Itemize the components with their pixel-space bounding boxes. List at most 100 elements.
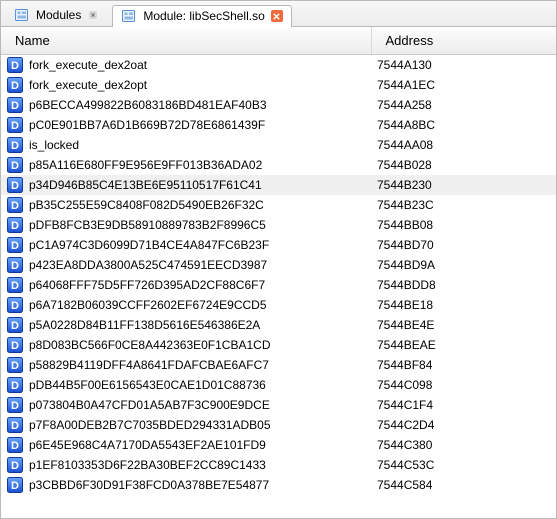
table-row[interactable]: D p3CBBD6F30D91F38FCD0A378BE7E54877 7544…: [1, 475, 556, 495]
table-row[interactable]: D p073804B0A47CFD01A5AB7F3C900E9DCE 7544…: [1, 395, 556, 415]
symbol-name: p1EF8103353D6F22BA30BEF2CC89C1433: [29, 458, 266, 472]
table-row[interactable]: D p6A7182B06039CCFF2602EF6724E9CCD5 7544…: [1, 295, 556, 315]
svg-text:D: D: [11, 420, 19, 432]
table-row[interactable]: D pB35C255E59C8408F082D5490EB26F32C 7544…: [1, 195, 556, 215]
symbol-name: p85A116E680FF9E956E9FF013B36ADA02: [29, 158, 262, 172]
column-header-address[interactable]: Address: [371, 27, 556, 55]
symbol-name: pC1A974C3D6099D71B4CE4A847FC6B23F: [29, 238, 269, 252]
tab-modules[interactable]: Modules: [5, 4, 108, 26]
tab-module-detail[interactable]: Module: libSecShell.so: [112, 5, 291, 27]
table-row[interactable]: D pDB44B5F00E6156543E0CAE1D01C88736 7544…: [1, 375, 556, 395]
symbol-address: 7544C1F4: [371, 395, 556, 415]
symbol-name: fork_execute_dex2oat: [29, 58, 147, 72]
symbol-name: pB35C255E59C8408F082D5490EB26F32C: [29, 198, 264, 212]
close-icon[interactable]: [87, 9, 99, 21]
tab-label: Modules: [36, 8, 81, 22]
column-header-name[interactable]: Name: [1, 27, 371, 55]
symbol-d-icon: D: [7, 477, 23, 493]
symbol-name: p58829B4119DFF4A8641FDAFCBAE6AFC7: [29, 358, 269, 372]
symbol-address: 7544C380: [371, 435, 556, 455]
svg-text:D: D: [11, 60, 19, 72]
symbol-d-icon: D: [7, 377, 23, 393]
table-row[interactable]: D p5A0228D84B11FF138D5616E546386E2A 7544…: [1, 315, 556, 335]
table-row[interactable]: D p423EA8DDA3800A525C474591EECD3987 7544…: [1, 255, 556, 275]
symbol-name: p3CBBD6F30D91F38FCD0A378BE7E54877: [29, 478, 269, 492]
table-row[interactable]: D fork_execute_dex2opt 7544A1EC: [1, 75, 556, 95]
symbol-d-icon: D: [7, 177, 23, 193]
close-icon[interactable]: [271, 10, 283, 22]
symbol-d-icon: D: [7, 97, 23, 113]
symbol-d-icon: D: [7, 277, 23, 293]
symbol-name: p6A7182B06039CCFF2602EF6724E9CCD5: [29, 298, 267, 312]
symbol-d-icon: D: [7, 57, 23, 73]
table-row[interactable]: D p64068FFF75D5FF726D395AD2CF88C6F7 7544…: [1, 275, 556, 295]
modules-icon: [14, 7, 30, 23]
grid-scroll[interactable]: Name Address D fork_execute_dex2oat 7544…: [1, 27, 556, 519]
symbol-name: p34D946B85C4E13BE6E95110517F61C41: [29, 178, 262, 192]
symbol-name: p6BECCA499822B6083186BD481EAF40B3: [29, 98, 267, 112]
svg-text:D: D: [11, 120, 19, 132]
table-row[interactable]: D p6E45E968C4A7170DA5543EF2AE101FD9 7544…: [1, 435, 556, 455]
svg-text:D: D: [11, 220, 19, 232]
symbol-d-icon: D: [7, 157, 23, 173]
svg-text:D: D: [11, 160, 19, 172]
symbol-name: p8D083BC566F0CE8A442363E0F1CBA1CD: [29, 338, 270, 352]
symbol-address: 7544A1EC: [371, 75, 556, 95]
symbol-d-icon: D: [7, 457, 23, 473]
module-icon: [121, 8, 137, 24]
symbol-d-icon: D: [7, 417, 23, 433]
svg-text:D: D: [11, 480, 19, 492]
symbol-d-icon: D: [7, 237, 23, 253]
table-row[interactable]: D is_locked 7544AA08: [1, 135, 556, 155]
svg-text:D: D: [11, 400, 19, 412]
symbol-address: 7544C53C: [371, 455, 556, 475]
svg-text:D: D: [11, 380, 19, 392]
table-row[interactable]: D fork_execute_dex2oat 7544A130: [1, 55, 556, 76]
table-row[interactable]: D pC1A974C3D6099D71B4CE4A847FC6B23F 7544…: [1, 235, 556, 255]
symbol-address: 7544BDD8: [371, 275, 556, 295]
symbol-name: pDFB8FCB3E9DB58910889783B2F8996C5: [29, 218, 266, 232]
symbol-d-icon: D: [7, 257, 23, 273]
table-row[interactable]: D p58829B4119DFF4A8641FDAFCBAE6AFC7 7544…: [1, 355, 556, 375]
symbol-address: 7544AA08: [371, 135, 556, 155]
symbol-address: 7544C584: [371, 475, 556, 495]
symbol-address: 7544A130: [371, 55, 556, 76]
symbol-d-icon: D: [7, 337, 23, 353]
svg-text:D: D: [11, 320, 19, 332]
table-row[interactable]: D pDFB8FCB3E9DB58910889783B2F8996C5 7544…: [1, 215, 556, 235]
table-row[interactable]: D p6BECCA499822B6083186BD481EAF40B3 7544…: [1, 95, 556, 115]
symbol-address: 7544BE18: [371, 295, 556, 315]
symbol-name: p6E45E968C4A7170DA5543EF2AE101FD9: [29, 438, 266, 452]
symbol-address: 7544A8BC: [371, 115, 556, 135]
symbol-address: 7544BB08: [371, 215, 556, 235]
symbol-address: 7544BE4E: [371, 315, 556, 335]
symbol-d-icon: D: [7, 137, 23, 153]
svg-text:D: D: [11, 300, 19, 312]
symbol-address: 7544B23C: [371, 195, 556, 215]
svg-text:D: D: [11, 200, 19, 212]
symbol-d-icon: D: [7, 217, 23, 233]
svg-text:D: D: [11, 240, 19, 252]
symbol-d-icon: D: [7, 117, 23, 133]
table-row[interactable]: D p85A116E680FF9E956E9FF013B36ADA02 7544…: [1, 155, 556, 175]
symbol-d-icon: D: [7, 77, 23, 93]
svg-text:D: D: [11, 340, 19, 352]
tab-bar: Modules Module: libSecShell.so: [1, 1, 556, 27]
symbols-table: Name Address D fork_execute_dex2oat 7544…: [1, 27, 556, 495]
symbol-d-icon: D: [7, 397, 23, 413]
symbol-d-icon: D: [7, 437, 23, 453]
table-row[interactable]: D p1EF8103353D6F22BA30BEF2CC89C1433 7544…: [1, 455, 556, 475]
symbol-address: 7544B230: [371, 175, 556, 195]
table-row[interactable]: D p8D083BC566F0CE8A442363E0F1CBA1CD 7544…: [1, 335, 556, 355]
symbol-name: fork_execute_dex2opt: [29, 78, 147, 92]
table-row[interactable]: D pC0E901BB7A6D1B669B72D78E6861439F 7544…: [1, 115, 556, 135]
symbol-address: 7544C098: [371, 375, 556, 395]
symbol-d-icon: D: [7, 357, 23, 373]
symbol-name: pC0E901BB7A6D1B669B72D78E6861439F: [29, 118, 265, 132]
svg-text:D: D: [11, 80, 19, 92]
symbol-name: p64068FFF75D5FF726D395AD2CF88C6F7: [29, 278, 265, 292]
table-row[interactable]: D p34D946B85C4E13BE6E95110517F61C41 7544…: [1, 175, 556, 195]
table-row[interactable]: D p7F8A00DEB2B7C7035BDED294331ADB05 7544…: [1, 415, 556, 435]
symbol-name: p073804B0A47CFD01A5AB7F3C900E9DCE: [29, 398, 270, 412]
symbol-address: 7544B028: [371, 155, 556, 175]
